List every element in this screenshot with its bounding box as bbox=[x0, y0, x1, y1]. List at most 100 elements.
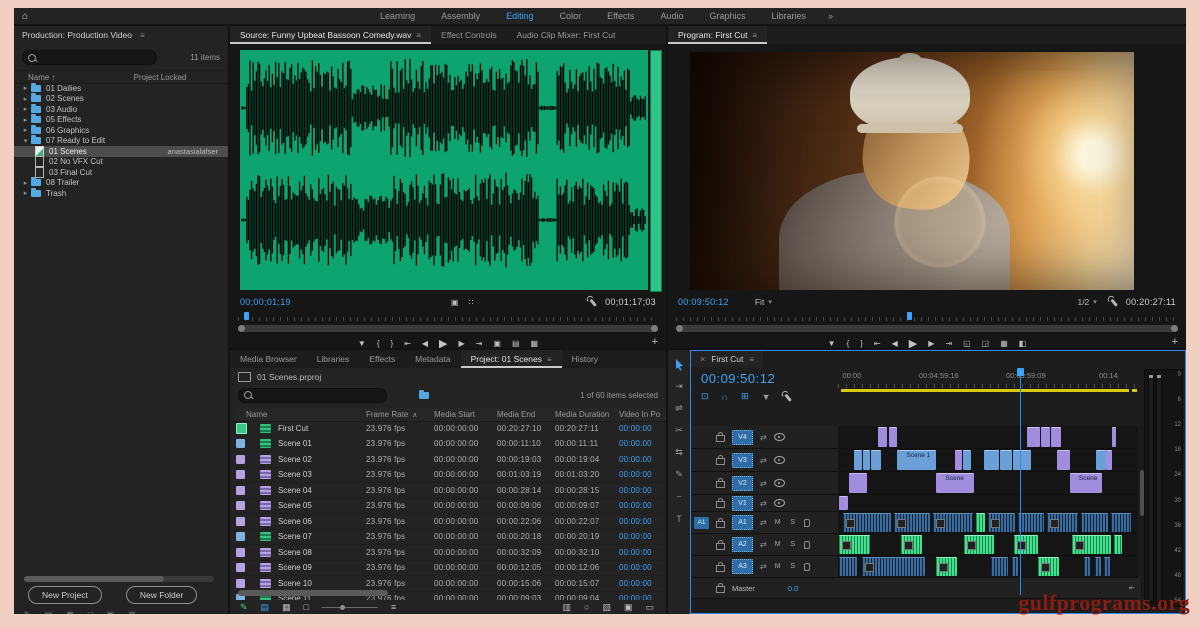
fit-dropdown[interactable]: Fit ▾ bbox=[755, 297, 772, 307]
automate-to-sequence-button[interactable]: ▥ bbox=[563, 602, 572, 613]
audio-clip[interactable] bbox=[1014, 535, 1037, 554]
column-header-name[interactable]: Name bbox=[234, 410, 366, 419]
source-settings-wrench-icon[interactable] bbox=[586, 295, 599, 308]
ripple-edit-tool[interactable]: ⇌ bbox=[672, 402, 686, 415]
mute-button[interactable]: M bbox=[774, 519, 782, 526]
source-patch-v2[interactable] bbox=[694, 477, 709, 489]
tree-item-08-trailer[interactable]: ▸08 Trailer bbox=[14, 178, 228, 189]
work-area-bar[interactable] bbox=[841, 389, 1129, 392]
tree-item-03-audio[interactable]: ▸03 Audio bbox=[14, 104, 228, 115]
track-lane-v3[interactable]: Scene 1 bbox=[838, 449, 1138, 471]
find-button[interactable]: ○ bbox=[584, 602, 589, 613]
program-video-frame[interactable] bbox=[690, 52, 1134, 290]
step-back-button[interactable]: ◀ bbox=[422, 339, 428, 348]
pen-tool[interactable]: ✎ bbox=[672, 468, 686, 481]
step-forward-button[interactable]: ▶ bbox=[928, 339, 934, 348]
settings-icon[interactable]: ▣ bbox=[451, 298, 459, 307]
search-input[interactable] bbox=[22, 50, 157, 65]
chevron-icon[interactable]: ▸ bbox=[20, 116, 31, 124]
audio-clip[interactable] bbox=[1072, 535, 1111, 554]
program-playhead[interactable] bbox=[907, 312, 912, 320]
table-row-scene-07[interactable]: Scene 0723.976 fps00:00:00:0000:00:20:18… bbox=[234, 530, 666, 546]
label-color-chip[interactable] bbox=[236, 455, 245, 464]
play-button[interactable]: ▶ bbox=[439, 337, 447, 349]
hand-tool[interactable]: ⌣ bbox=[672, 490, 686, 503]
track-lane-a3[interactable] bbox=[838, 556, 1138, 577]
source-patch-a3[interactable] bbox=[694, 561, 709, 573]
workspace-tab-audio[interactable]: Audio bbox=[661, 11, 684, 21]
video-clip[interactable] bbox=[963, 450, 971, 470]
video-clip[interactable]: Scene bbox=[936, 473, 974, 493]
audio-clip[interactable] bbox=[839, 557, 857, 576]
linked-selection-icon[interactable]: ⊞ bbox=[741, 391, 749, 402]
new-folder-button[interactable]: New Folder bbox=[126, 586, 197, 604]
tree-item-02-scenes[interactable]: ▸02 Scenes bbox=[14, 94, 228, 105]
table-row-scene-02[interactable]: Scene 0223.976 fps00:00:00:0000:00:19:03… bbox=[234, 452, 666, 468]
table-row-scene-01[interactable]: Scene 0123.976 fps00:00:00:0000:00:11:10… bbox=[234, 437, 666, 453]
step-back-button[interactable]: ◀ bbox=[892, 339, 898, 348]
breadcrumb-label[interactable]: 01 Scenes.prproj bbox=[257, 372, 321, 382]
lock-icon[interactable] bbox=[716, 501, 725, 508]
mark-out-button[interactable]: } bbox=[860, 339, 863, 348]
column-header-name[interactable]: Name ↑ bbox=[28, 73, 56, 82]
sync-lock-icon[interactable]: ⇄ bbox=[760, 518, 767, 527]
overwrite-button[interactable]: ▤ bbox=[512, 339, 520, 348]
video-clip[interactable]: Scene bbox=[1070, 473, 1102, 493]
export-frame-button[interactable]: ▦ bbox=[1000, 339, 1008, 348]
label-color-chip[interactable] bbox=[236, 563, 245, 572]
chevron-icon[interactable]: ▸ bbox=[20, 105, 31, 113]
tab-effect-controls[interactable]: Effect Controls bbox=[431, 26, 507, 44]
source-patch-a2[interactable] bbox=[694, 539, 709, 551]
program-settings-wrench-icon[interactable] bbox=[1107, 295, 1120, 308]
close-icon[interactable]: × bbox=[700, 354, 705, 364]
new-bin-button[interactable]: ▧ bbox=[602, 602, 611, 613]
video-clip[interactable] bbox=[854, 450, 863, 470]
audio-clip[interactable] bbox=[988, 513, 1015, 532]
mark-in-button[interactable]: { bbox=[377, 339, 380, 348]
video-clip[interactable] bbox=[863, 450, 870, 470]
go-to-in-button[interactable]: ⇤ bbox=[404, 339, 411, 348]
column-header-media-start[interactable]: Media Start bbox=[434, 410, 497, 419]
toggle-track-output-icon[interactable] bbox=[774, 479, 785, 487]
add-marker-button[interactable]: ▼ bbox=[828, 339, 836, 348]
lock-icon[interactable] bbox=[716, 565, 725, 572]
track-target-v3[interactable]: V3 bbox=[732, 453, 753, 468]
video-clip[interactable] bbox=[1027, 427, 1040, 447]
workspace-tab-editing[interactable]: Editing bbox=[506, 11, 534, 21]
lock-icon[interactable] bbox=[716, 435, 725, 442]
button-editor-add-icon[interactable]: + bbox=[1172, 336, 1178, 348]
tab-source-funny-upbeat-bassoon-comedy-wav[interactable]: Source: Funny Upbeat Bassoon Comedy.wav≡ bbox=[230, 26, 431, 44]
voiceover-record-icon[interactable] bbox=[804, 519, 810, 527]
label-color-chip[interactable] bbox=[236, 548, 245, 557]
source-patch-v1[interactable] bbox=[694, 497, 709, 509]
program-zoom-bar[interactable] bbox=[676, 325, 1178, 332]
new-item-button[interactable]: ▣ bbox=[624, 602, 633, 613]
video-clip[interactable]: Scene 1 bbox=[897, 450, 936, 470]
tab-history[interactable]: History bbox=[562, 350, 608, 368]
chevron-icon[interactable]: ▸ bbox=[20, 95, 31, 103]
new-project-button[interactable]: New Project bbox=[28, 586, 102, 604]
lift-button[interactable]: ◱ bbox=[963, 339, 971, 348]
chevron-icon[interactable]: ▸ bbox=[20, 126, 31, 134]
tree-item-05-effects[interactable]: ▸05 Effects bbox=[14, 115, 228, 126]
workspace-tab-graphics[interactable]: Graphics bbox=[710, 11, 746, 21]
video-clip[interactable] bbox=[1106, 450, 1112, 470]
track-lane-a2[interactable] bbox=[838, 534, 1138, 555]
video-clip[interactable] bbox=[984, 450, 999, 470]
workspace-tab-color[interactable]: Color bbox=[560, 11, 582, 21]
bin-nav-icon[interactable] bbox=[419, 392, 429, 399]
video-clip[interactable] bbox=[889, 427, 898, 447]
mark-out-button[interactable]: } bbox=[391, 339, 394, 348]
label-color-chip[interactable] bbox=[236, 423, 247, 434]
panel-menu-icon[interactable]: ≡ bbox=[749, 355, 754, 364]
lock-icon[interactable] bbox=[716, 481, 725, 488]
video-clip[interactable] bbox=[1051, 427, 1062, 447]
workspace-overflow-icon[interactable]: » bbox=[828, 11, 833, 21]
sync-lock-icon[interactable]: ⇄ bbox=[760, 540, 767, 549]
table-row-scene-08[interactable]: Scene 0823.976 fps00:00:00:0000:00:32:09… bbox=[234, 545, 666, 561]
project-search-input[interactable] bbox=[238, 388, 387, 403]
lock-icon[interactable] bbox=[716, 521, 725, 528]
tab-metadata[interactable]: Metadata bbox=[405, 350, 460, 368]
source-patch-v3[interactable] bbox=[694, 454, 709, 466]
panel-menu-icon[interactable]: ≡ bbox=[140, 31, 145, 40]
